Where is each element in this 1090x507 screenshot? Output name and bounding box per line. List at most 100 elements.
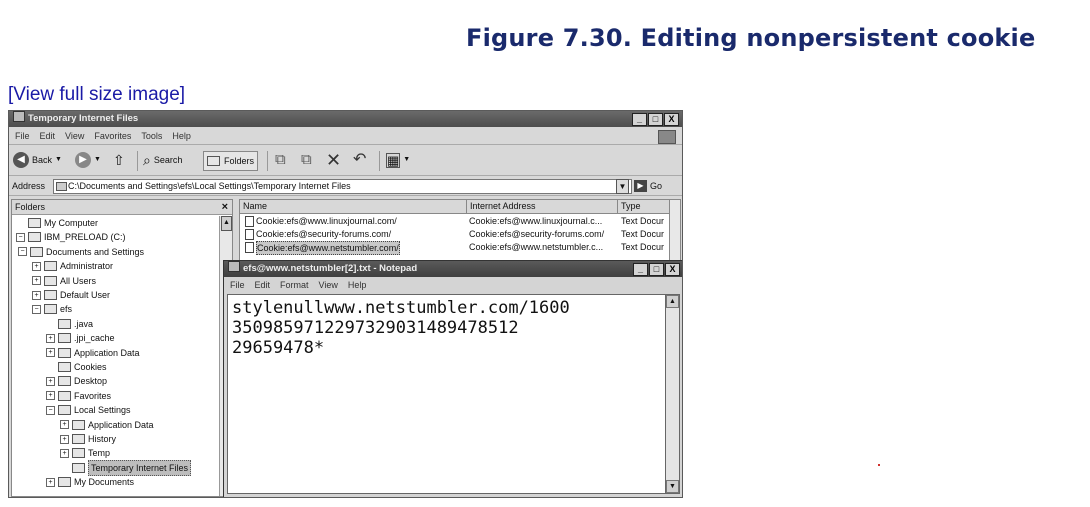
- collapse-icon[interactable]: −: [32, 304, 41, 314]
- expand-icon[interactable]: +: [46, 333, 55, 343]
- close-button[interactable]: X: [664, 113, 679, 126]
- minimize-button[interactable]: _: [633, 263, 648, 276]
- menu-file[interactable]: File: [230, 280, 245, 290]
- menu-view[interactable]: View: [319, 280, 338, 290]
- scroll-up-arrow-icon[interactable]: ▲: [666, 295, 679, 308]
- menu-edit[interactable]: Edit: [40, 131, 56, 141]
- close-folders-pane-button[interactable]: ×: [222, 200, 228, 214]
- folders-button[interactable]: Folders: [203, 151, 259, 171]
- folder-icon: [44, 304, 57, 315]
- minimize-button[interactable]: _: [632, 113, 647, 126]
- folder-tree-item[interactable]: + Default User: [32, 288, 110, 302]
- folder-tree-item[interactable]: + Desktop: [46, 374, 107, 388]
- file-row[interactable]: Cookie:efs@security-forums.com/ Cookie:e…: [240, 228, 670, 240]
- expand-icon[interactable]: +: [60, 420, 69, 430]
- expand-icon[interactable]: +: [60, 448, 69, 458]
- column-header-type[interactable]: Type: [618, 200, 672, 214]
- expand-icon[interactable]: +: [32, 276, 41, 286]
- up-folder-button[interactable]: ⇧: [113, 151, 125, 169]
- menu-tools[interactable]: Tools: [141, 131, 162, 141]
- go-button[interactable]: ▶ Go: [634, 179, 662, 193]
- folder-tree-item[interactable]: Cookies: [46, 360, 107, 374]
- close-button[interactable]: X: [665, 263, 680, 276]
- file-list-scrollbar[interactable]: [669, 200, 680, 260]
- folder-tree-item[interactable]: + History: [60, 432, 116, 446]
- folder-tree-item[interactable]: + Temp: [60, 446, 110, 460]
- folder-tree-item[interactable]: − Local Settings: [46, 403, 131, 417]
- file-row[interactable]: Cookie:efs@www.linuxjournal.com/ Cookie:…: [240, 215, 670, 227]
- column-header-name[interactable]: Name: [240, 200, 467, 214]
- forward-arrow-icon: ▶: [75, 152, 91, 168]
- file-name: Cookie:efs@security-forums.com/: [256, 229, 392, 239]
- views-button[interactable]: ▦ ▼: [386, 151, 410, 169]
- menu-format[interactable]: Format: [280, 280, 309, 290]
- folder-tree-item[interactable]: − IBM_PRELOAD (C:): [16, 230, 126, 244]
- scroll-up-arrow-icon[interactable]: ▲: [221, 216, 232, 231]
- expand-icon[interactable]: +: [32, 261, 41, 271]
- view-full-size-link[interactable]: [View full size image]: [8, 84, 185, 106]
- delete-button[interactable]: ✕: [326, 151, 341, 169]
- collapse-icon[interactable]: −: [16, 232, 25, 242]
- folders-pane-header: Folders ×: [12, 200, 232, 215]
- collapse-icon[interactable]: −: [46, 405, 55, 415]
- expand-icon[interactable]: +: [46, 391, 55, 401]
- chevron-down-icon: ▼: [94, 156, 101, 163]
- copy-to-button[interactable]: ⧉: [301, 151, 312, 169]
- maximize-button[interactable]: □: [649, 263, 664, 276]
- collapse-icon[interactable]: −: [18, 247, 27, 257]
- notepad-scrollbar[interactable]: ▲ ▼: [665, 294, 680, 494]
- menu-help[interactable]: Help: [348, 280, 367, 290]
- folder-tree-label: Temp: [88, 448, 111, 459]
- scroll-down-arrow-icon[interactable]: ▼: [666, 480, 679, 493]
- folder-tree-item[interactable]: − Documents and Settings: [18, 245, 144, 259]
- back-button[interactable]: ◀ Back ▼: [13, 151, 62, 169]
- folder-icon: [58, 405, 71, 416]
- notepad-titlebar[interactable]: efs@www.netstumbler[2].txt - Notepad _ □…: [224, 261, 682, 277]
- expand-icon[interactable]: +: [46, 477, 55, 487]
- folder-icon: [72, 434, 85, 444]
- column-header-internet-address[interactable]: Internet Address: [467, 200, 618, 214]
- menu-view[interactable]: View: [65, 131, 84, 141]
- explorer-titlebar[interactable]: Temporary Internet Files _ □ X: [9, 111, 682, 127]
- folder-tree-item[interactable]: + My Documents: [46, 475, 134, 489]
- folder-tree-label: Documents and Settings: [46, 246, 145, 257]
- search-button[interactable]: ⌕ Search: [143, 151, 182, 169]
- folder-tree-item[interactable]: .java: [46, 317, 93, 331]
- toolbar-separator: [137, 151, 138, 171]
- file-row[interactable]: Cookie:efs@www.netstumbler.com/ Cookie:e…: [240, 241, 670, 255]
- menu-edit[interactable]: Edit: [255, 280, 271, 290]
- expand-icon[interactable]: +: [46, 348, 55, 358]
- expand-icon[interactable]: +: [46, 376, 55, 386]
- move-to-button[interactable]: ⧉: [275, 151, 286, 169]
- notepad-text-area[interactable]: stylenullwww.netstumbler.com/1600 350985…: [227, 294, 668, 494]
- expand-icon[interactable]: +: [32, 290, 41, 300]
- folder-tree-label: Application Data: [88, 419, 154, 430]
- menu-favorites[interactable]: Favorites: [94, 131, 131, 141]
- folders-icon: [207, 156, 220, 166]
- folder-tree-item[interactable]: + .jpi_cache: [46, 331, 115, 345]
- views-icon: ▦: [386, 152, 401, 168]
- folder-tree-item[interactable]: + Favorites: [46, 389, 111, 403]
- file-name: Cookie:efs@www.linuxjournal.com/: [256, 216, 397, 226]
- folder-tree-item[interactable]: − efs: [32, 302, 72, 316]
- folder-tree-item[interactable]: + All Users: [32, 274, 96, 288]
- folder-tree-item[interactable]: My Computer: [16, 216, 98, 230]
- folder-tree-item[interactable]: + Administrator: [32, 259, 113, 273]
- menu-help[interactable]: Help: [172, 131, 191, 141]
- address-input[interactable]: C:\Documents and Settings\efs\Local Sett…: [53, 179, 632, 194]
- address-dropdown-button[interactable]: ▼: [616, 179, 629, 194]
- folder-tree-label: History: [88, 434, 117, 444]
- expand-icon[interactable]: +: [60, 434, 69, 444]
- undo-button[interactable]: ↶: [353, 151, 366, 169]
- folder-tree-item[interactable]: Temporary Internet Files: [60, 459, 192, 476]
- folder-icon: [58, 390, 71, 401]
- maximize-button[interactable]: □: [648, 113, 663, 126]
- toolbar-separator: [379, 151, 380, 171]
- address-bar: Address C:\Documents and Settings\efs\Lo…: [9, 177, 682, 196]
- folder-tree-item[interactable]: + Application Data: [60, 418, 154, 432]
- go-label: Go: [650, 181, 663, 191]
- forward-button[interactable]: ▶ ▼: [75, 151, 101, 169]
- folder-icon: [72, 448, 85, 459]
- folder-tree-item[interactable]: + Application Data: [46, 346, 140, 360]
- menu-file[interactable]: File: [15, 131, 30, 141]
